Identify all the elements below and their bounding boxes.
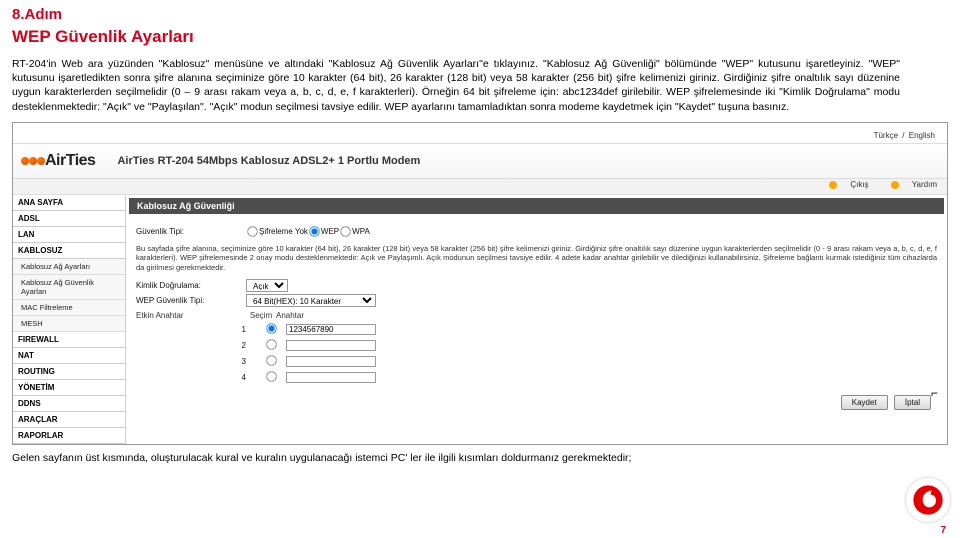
- opt-wpa: WPA: [352, 227, 370, 236]
- key-radio-3[interactable]: [266, 355, 276, 365]
- nav-ddns[interactable]: DDNS: [13, 396, 125, 412]
- vodafone-logo: [906, 478, 950, 522]
- intro-paragraph: RT-204'in Web ara yüzünden "Kablosuz" me…: [12, 57, 900, 114]
- exit-link[interactable]: Çıkış: [850, 180, 868, 189]
- nav-yonetim[interactable]: YÖNETİM: [13, 380, 125, 396]
- logo-text: AirTies: [45, 152, 95, 170]
- key-radio-1[interactable]: [266, 323, 276, 333]
- page-number: 7: [940, 525, 946, 536]
- content-area: Kablosuz Ağ Güvenliği Güvenlik Tipi: Şif…: [126, 195, 947, 444]
- nav-araclar[interactable]: ARAÇLAR: [13, 412, 125, 428]
- sub-mac-filtre[interactable]: MAC Filtreleme: [13, 300, 125, 316]
- help-link[interactable]: Yardım: [912, 180, 937, 189]
- nav-kablosuz[interactable]: KABLOSUZ: [13, 243, 125, 259]
- nav-anasayfa[interactable]: ANA SAYFA: [13, 195, 125, 211]
- logo-icon: [37, 157, 45, 165]
- key-input-1[interactable]: [286, 324, 376, 335]
- nav-routing[interactable]: ROUTING: [13, 364, 125, 380]
- opt-wep: WEP: [321, 227, 339, 236]
- row3-num: 3: [136, 357, 256, 366]
- weptype-label: WEP Güvenlik Tipi:: [136, 296, 246, 305]
- brand-bar: AirTies AirTies RT-204 54Mbps Kablosuz A…: [13, 143, 947, 179]
- logo: AirTies: [21, 152, 95, 170]
- radio-wep[interactable]: [309, 226, 319, 236]
- step-label: 8.Adım: [12, 6, 960, 23]
- footer-text: Gelen sayfanın üst kısmında, oluşturulac…: [12, 451, 900, 465]
- nav-nat[interactable]: NAT: [13, 348, 125, 364]
- key-input-2[interactable]: [286, 340, 376, 351]
- info-text: Bu sayfada şifre alanına, seçiminize gör…: [136, 244, 937, 273]
- col-key: Anahtar: [276, 311, 376, 320]
- nav-raporlar[interactable]: RAPORLAR: [13, 428, 125, 444]
- key-radio-2[interactable]: [266, 339, 276, 349]
- logo-icon: [21, 157, 29, 165]
- lang-en-link[interactable]: English: [909, 131, 935, 140]
- auth-select[interactable]: Açık: [246, 279, 288, 292]
- col-select: Seçim: [246, 311, 276, 320]
- key-input-4[interactable]: [286, 372, 376, 383]
- nav-adsl[interactable]: ADSL: [13, 211, 125, 227]
- exit-icon: [829, 181, 837, 189]
- opt-none: Şifreleme Yok: [259, 227, 308, 236]
- row1-num: 1: [136, 325, 256, 334]
- language-bar: Türkçe / English: [13, 129, 947, 143]
- key-radio-4[interactable]: [266, 371, 276, 381]
- sub-kablosuz-guvenlik[interactable]: Kablosuz Ağ Güvenlik Ayarları: [13, 275, 125, 300]
- toolbar: Çıkış Yardım: [13, 179, 947, 195]
- lang-sep: /: [902, 131, 904, 140]
- row4-num: 4: [136, 373, 256, 382]
- radio-none[interactable]: [247, 226, 257, 236]
- radio-wpa[interactable]: [340, 226, 350, 236]
- logo-icon: [29, 157, 37, 165]
- active-key-label: Etkin Anahtar: [136, 311, 246, 320]
- weptype-select[interactable]: 64 Bit(HEX): 10 Karakter: [246, 294, 376, 307]
- save-button[interactable]: Kaydet: [841, 395, 888, 410]
- cursor-icon: ⌐: [931, 386, 938, 400]
- content-heading: Kablosuz Ağ Güvenliği: [129, 198, 944, 214]
- row2-num: 2: [136, 341, 256, 350]
- nav-lan[interactable]: LAN: [13, 227, 125, 243]
- sidebar: ANA SAYFA ADSL LAN KABLOSUZ Kablosuz Ağ …: [13, 195, 126, 444]
- sub-kablosuz-ayarlari[interactable]: Kablosuz Ağ Ayarları: [13, 259, 125, 275]
- key-input-3[interactable]: [286, 356, 376, 367]
- help-icon: [891, 181, 899, 189]
- router-ui-screenshot: Türkçe / English AirTies AirTies RT-204 …: [12, 122, 948, 445]
- sub-mesh[interactable]: MESH: [13, 316, 125, 332]
- security-type-label: Güvenlik Tipi:: [136, 227, 246, 236]
- auth-label: Kimlik Doğrulama:: [136, 281, 246, 290]
- cancel-button[interactable]: İptal: [894, 395, 931, 410]
- page-title: WEP Güvenlik Ayarları: [12, 27, 960, 47]
- nav-firewall[interactable]: FIREWALL: [13, 332, 125, 348]
- lang-tr-link[interactable]: Türkçe: [874, 131, 898, 140]
- model-label: AirTies RT-204 54Mbps Kablosuz ADSL2+ 1 …: [117, 155, 420, 167]
